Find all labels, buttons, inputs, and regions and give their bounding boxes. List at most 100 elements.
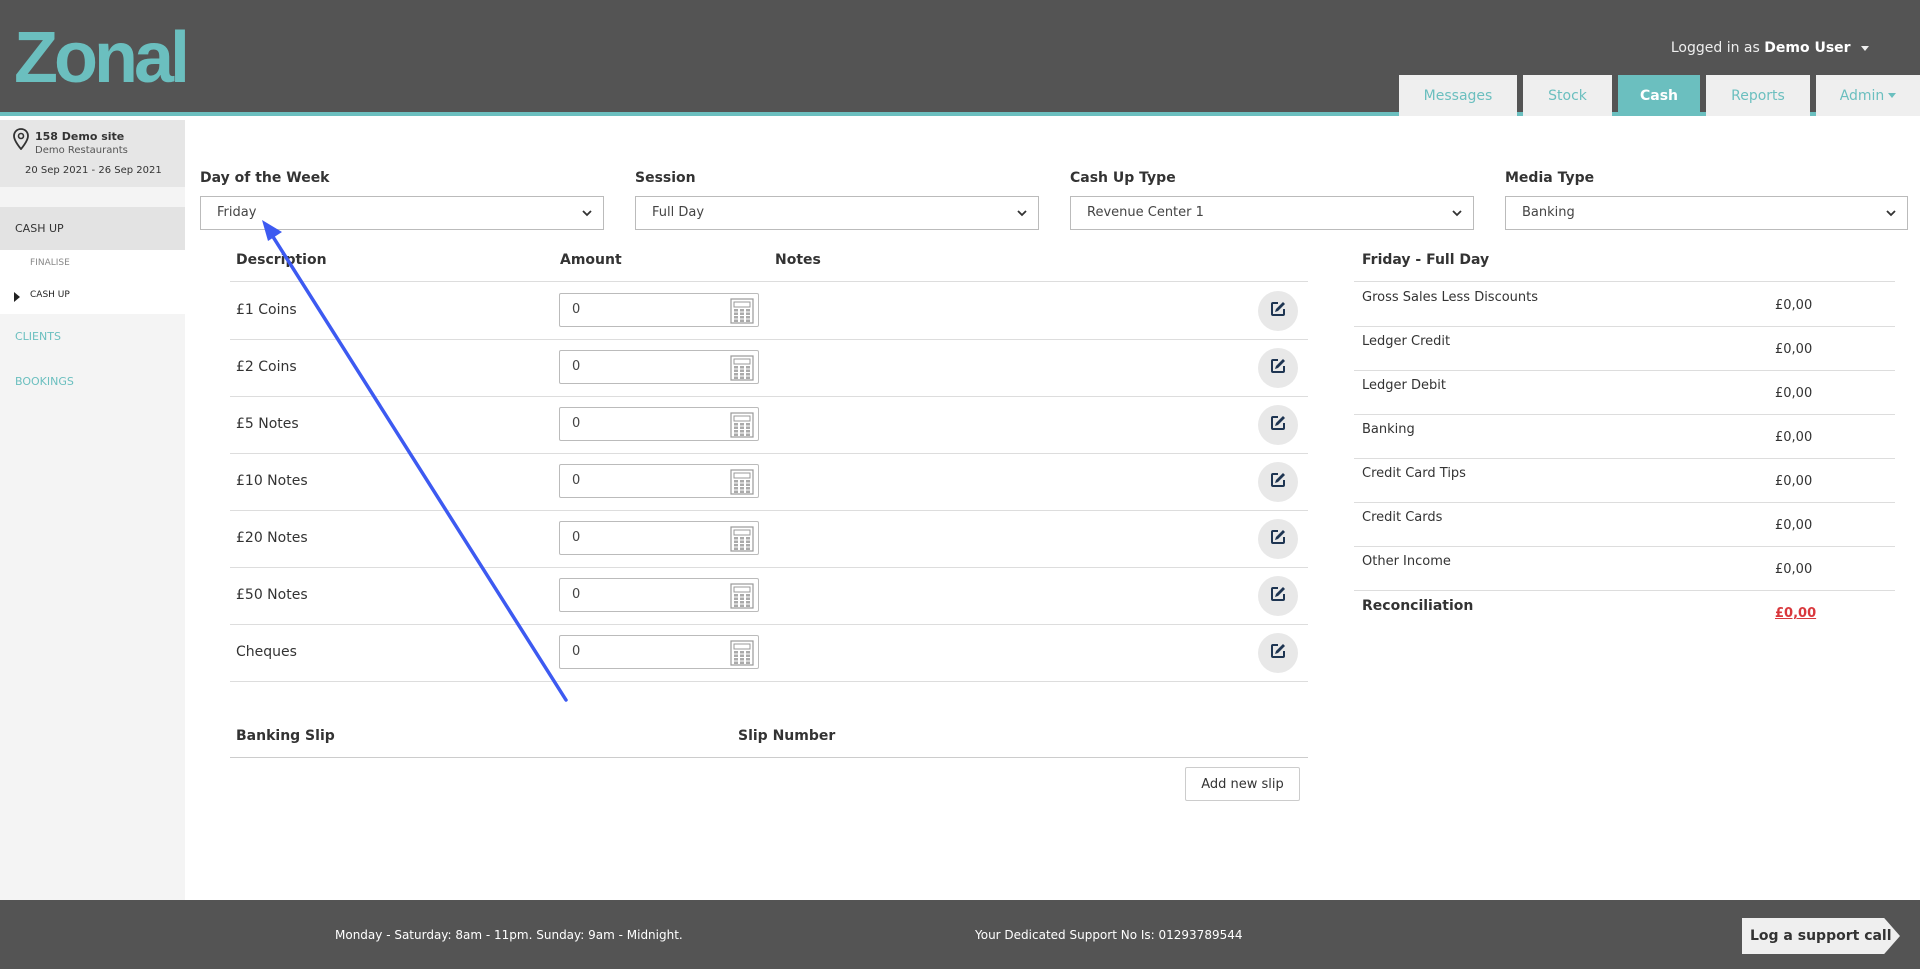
session-select[interactable]: Full Day [635, 196, 1039, 230]
column-header-amount: Amount [560, 252, 622, 268]
edit-note-button[interactable] [1258, 633, 1298, 673]
amount-value: 0 [572, 302, 581, 317]
amount-input[interactable]: 0 [559, 578, 759, 612]
summary-row: Banking £0,00 [1354, 414, 1895, 458]
media-type-value: Banking [1522, 205, 1575, 220]
calculator-icon[interactable] [730, 526, 754, 556]
calculator-icon[interactable] [730, 640, 754, 670]
media-type-select[interactable]: Banking [1505, 196, 1908, 230]
sidebar-item-cash-up-sub[interactable]: CASH UP [30, 290, 70, 300]
amount-value: 0 [572, 473, 581, 488]
summary-value: £0,00 [1775, 474, 1813, 489]
summary-label: Gross Sales Less Discounts [1362, 290, 1539, 305]
edit-note-button[interactable] [1258, 348, 1298, 388]
summary-row: Other Income £0,00 [1354, 546, 1895, 590]
summary-label: Other Income [1362, 554, 1451, 569]
tab-stock[interactable]: Stock [1523, 75, 1612, 116]
reconciliation-row: Reconciliation £0,00 [1354, 590, 1895, 634]
summary-value: £0,00 [1775, 342, 1813, 357]
table-row: £2 Coins 0 [230, 339, 1308, 396]
summary-row: Ledger Debit £0,00 [1354, 370, 1895, 414]
summary-label: Reconciliation [1362, 598, 1474, 614]
calculator-icon[interactable] [730, 412, 754, 442]
calculator-icon[interactable] [730, 583, 754, 613]
edit-note-button[interactable] [1258, 405, 1298, 445]
tab-messages[interactable]: Messages [1399, 75, 1517, 116]
edit-note-button[interactable] [1258, 519, 1298, 559]
active-arrow-icon [14, 292, 20, 302]
denomination-label: £5 Notes [236, 416, 299, 432]
amount-input[interactable]: 0 [559, 464, 759, 498]
day-of-week-select[interactable]: Friday [200, 196, 604, 230]
amount-input[interactable]: 0 [559, 521, 759, 555]
summary-row: Ledger Credit £0,00 [1354, 326, 1895, 370]
summary-value: £0,00 [1775, 386, 1813, 401]
filter-media-type-label: Media Type [1505, 170, 1595, 186]
chevron-down-icon [1452, 210, 1462, 217]
tab-cash[interactable]: Cash [1618, 75, 1700, 116]
column-header-notes: Notes [775, 252, 821, 268]
calculator-icon[interactable] [730, 355, 754, 385]
edit-icon [1269, 414, 1287, 436]
location-pin-icon [12, 128, 30, 153]
denomination-label: £1 Coins [236, 302, 297, 318]
slip-divider [230, 757, 1308, 758]
user-menu[interactable]: Logged in as Demo User [1671, 40, 1869, 56]
sidebar-item-clients[interactable]: CLIENTS [15, 330, 61, 343]
log-support-call-button[interactable]: Log a support call [1742, 918, 1900, 954]
denomination-label: £50 Notes [236, 587, 308, 603]
amount-input[interactable]: 0 [559, 407, 759, 441]
edit-note-button[interactable] [1258, 576, 1298, 616]
tab-admin[interactable]: Admin [1816, 75, 1920, 116]
summary-row: Credit Cards £0,00 [1354, 502, 1895, 546]
table-divider [230, 681, 1308, 682]
cashup-type-select[interactable]: Revenue Center 1 [1070, 196, 1474, 230]
chevron-down-icon [582, 210, 592, 217]
amount-value: 0 [572, 416, 581, 431]
edit-note-button[interactable] [1258, 291, 1298, 331]
table-row: Cheques 0 [230, 624, 1308, 681]
summary-value: £0,00 [1775, 518, 1813, 533]
calculator-icon[interactable] [730, 298, 754, 328]
amount-value: 0 [572, 587, 581, 602]
support-number: Your Dedicated Support No Is: 0129378954… [975, 928, 1243, 942]
chevron-down-icon [1017, 210, 1027, 217]
calculator-icon[interactable] [730, 469, 754, 499]
denomination-label: £20 Notes [236, 530, 308, 546]
table-row: £1 Coins 0 [230, 282, 1308, 339]
filter-cashup-type: Cash Up Type Revenue Center 1 [1070, 170, 1474, 230]
summary-value: £0,00 [1775, 562, 1813, 577]
tab-reports[interactable]: Reports [1706, 75, 1810, 116]
edit-icon [1269, 528, 1287, 550]
sidebar-submenu [0, 250, 185, 314]
site-info[interactable]: 158 Demo site Demo Restaurants 20 Sep 20… [0, 120, 185, 187]
sidebar: 158 Demo site Demo Restaurants 20 Sep 20… [0, 120, 185, 900]
edit-icon [1269, 300, 1287, 322]
sidebar-item-cash-up[interactable]: CASH UP [0, 207, 185, 250]
summary-value[interactable]: £0,00 [1775, 606, 1816, 621]
add-new-slip-button[interactable]: Add new slip [1185, 767, 1300, 801]
denomination-label: Cheques [236, 644, 297, 660]
site-name: 158 Demo site [35, 130, 125, 143]
site-group: Demo Restaurants [35, 145, 128, 156]
support-hours: Monday - Saturday: 8am - 11pm. Sunday: 9… [335, 928, 683, 942]
filter-day: Day of the Week Friday [200, 170, 604, 230]
summary-label: Ledger Debit [1362, 378, 1446, 393]
day-of-week-value: Friday [217, 205, 257, 220]
footer: Monday - Saturday: 8am - 11pm. Sunday: 9… [0, 900, 1920, 969]
denomination-label: £2 Coins [236, 359, 297, 375]
sidebar-item-bookings[interactable]: BOOKINGS [15, 375, 74, 388]
sidebar-item-finalise[interactable]: FINALISE [30, 258, 70, 268]
top-header: Zonal Logged in as Demo User Messages St… [0, 0, 1920, 116]
cashup-type-value: Revenue Center 1 [1087, 205, 1204, 220]
amount-input[interactable]: 0 [559, 350, 759, 384]
amount-input[interactable]: 0 [559, 635, 759, 669]
caret-down-icon [1888, 93, 1897, 98]
zonal-logo[interactable]: Zonal [14, 18, 224, 98]
edit-note-button[interactable] [1258, 462, 1298, 502]
table-row: £5 Notes 0 [230, 396, 1308, 453]
amount-input[interactable]: 0 [559, 293, 759, 327]
table-row: £10 Notes 0 [230, 453, 1308, 510]
filter-media-type: Media Type Banking [1505, 170, 1908, 230]
logged-in-label: Logged in as [1670, 40, 1760, 56]
